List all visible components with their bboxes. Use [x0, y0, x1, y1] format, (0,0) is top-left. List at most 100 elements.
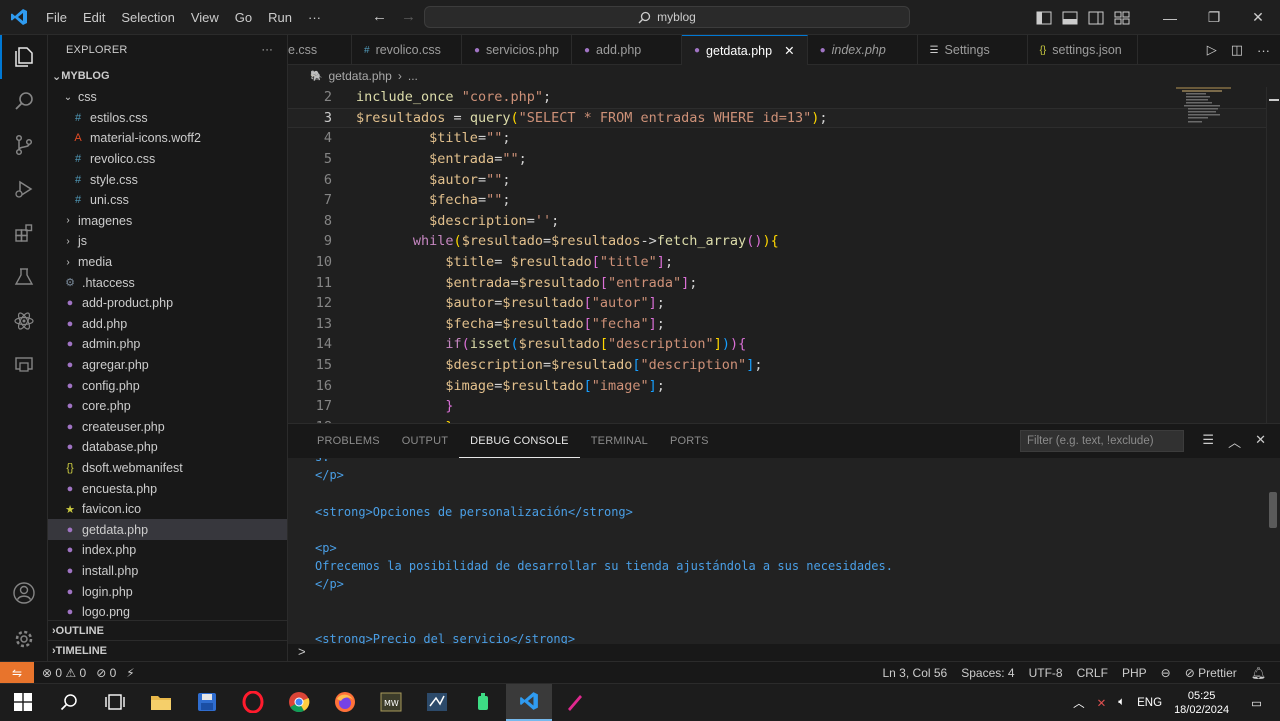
indentation[interactable]: Spaces: 4 — [961, 666, 1014, 680]
menu-run[interactable]: Run — [260, 10, 300, 25]
code-line[interactable]: 17 } — [288, 396, 1268, 417]
code-line[interactable]: 5 $entrada=""; — [288, 149, 1268, 170]
network-tool-icon[interactable] — [414, 684, 460, 721]
live-share-icon[interactable]: ⚡ — [126, 666, 134, 680]
remote-indicator-icon[interactable]: ⇋ — [0, 661, 34, 684]
tab-e-css[interactable]: e.css — [288, 35, 352, 65]
tree-item[interactable]: # uni.css — [48, 190, 287, 211]
run-file-icon[interactable]: ▷ — [1207, 42, 1217, 58]
breadcrumb-file[interactable]: getdata.php — [328, 69, 391, 83]
vscode-taskbar-icon[interactable] — [506, 683, 552, 721]
forward-arrow-icon[interactable]: → — [401, 8, 416, 25]
tab-settings[interactable]: ☰ Settings — [918, 35, 1028, 65]
code-editor[interactable]: 2 include_once "core.php"; 3 $resultados = … — [288, 87, 1280, 423]
close-window-button[interactable]: ✕ — [1236, 9, 1280, 26]
toggle-panel-icon[interactable] — [1062, 11, 1078, 25]
tree-item[interactable]: ● agregar.php — [48, 355, 287, 376]
encoding[interactable]: UTF-8 — [1029, 666, 1063, 680]
tree-item[interactable]: Amaterial-icons.woff2 — [48, 128, 287, 149]
menu-more[interactable]: ··· — [300, 10, 329, 25]
mw-app-icon[interactable]: MW — [368, 684, 414, 721]
android-app-icon[interactable] — [460, 684, 506, 721]
workspace-root[interactable]: ⌄ MYBLOG — [48, 65, 287, 87]
tab-add-php[interactable]: ● add.php — [572, 35, 682, 65]
tab-problems[interactable]: PROBLEMS — [306, 424, 391, 458]
menu-go[interactable]: Go — [227, 10, 260, 25]
toggle-sidebar-icon[interactable] — [1036, 11, 1052, 25]
console-filter-input[interactable]: Filter (e.g. text, !exclude) — [1020, 430, 1184, 452]
tree-item[interactable]: ● getdata.php — [48, 519, 287, 541]
tree-item[interactable]: ● admin.php — [48, 334, 287, 355]
outline-section[interactable]: › OUTLINE — [48, 620, 288, 640]
tree-item[interactable]: ★ favicon.ico — [48, 499, 287, 520]
tree-item[interactable]: ● config.php — [48, 375, 287, 396]
code-line[interactable]: 2 include_once "core.php"; — [288, 87, 1268, 108]
run-debug-icon[interactable] — [0, 167, 48, 211]
prettier-status[interactable]: ⊘ Prettier — [1185, 666, 1237, 680]
end-of-line[interactable]: CRLF — [1077, 666, 1108, 680]
code-line[interactable]: 4 $title=""; — [288, 128, 1268, 149]
console-scrollbar[interactable] — [1266, 458, 1280, 644]
task-view-icon[interactable] — [92, 684, 138, 721]
tree-item[interactable]: ● core.php — [48, 396, 287, 417]
tree-item[interactable]: ⌄ css — [48, 87, 287, 108]
volume-icon[interactable]: 🔈︎ — [1118, 696, 1125, 709]
tree-item[interactable]: ● index.php — [48, 540, 287, 561]
menu-selection[interactable]: Selection — [113, 10, 182, 25]
tree-item[interactable]: # style.css — [48, 169, 287, 190]
tab-output[interactable]: OUTPUT — [391, 424, 459, 458]
clock[interactable]: 05:25 18/02/2024 — [1174, 689, 1229, 717]
code-line[interactable]: 8 $description=''; — [288, 211, 1268, 232]
tray-chevron-icon[interactable]: ︿ — [1073, 695, 1085, 711]
minimize-button[interactable]: — — [1148, 10, 1192, 26]
command-center[interactable]: myblog — [424, 6, 910, 28]
input-language[interactable]: ENG — [1137, 697, 1162, 709]
save-app-icon[interactable] — [184, 684, 230, 721]
remote-explorer-icon[interactable] — [0, 343, 48, 387]
tree-item[interactable]: ● add-product.php — [48, 293, 287, 314]
notifications-icon[interactable]: ▭ — [1251, 696, 1262, 710]
clear-console-icon[interactable]: ☰ — [1202, 432, 1214, 451]
menu-edit[interactable]: Edit — [75, 10, 113, 25]
extensions-icon[interactable] — [0, 211, 48, 255]
maximize-panel-icon[interactable]: ︿ — [1228, 432, 1241, 451]
firefox-icon[interactable] — [322, 684, 368, 721]
tree-item[interactable]: ● encuesta.php — [48, 478, 287, 499]
tab-getdata-php[interactable]: ● getdata.php ✕ — [682, 35, 808, 65]
console-input[interactable]: > — [288, 644, 1280, 662]
code-line[interactable]: 7 $fecha=""; — [288, 190, 1268, 211]
opera-icon[interactable] — [230, 684, 276, 721]
code-line[interactable]: 3 $resultados = query("SELECT * FROM entr… — [288, 107, 1268, 129]
menu-file[interactable]: File — [38, 10, 75, 25]
windows-start-icon[interactable] — [0, 684, 46, 721]
code-line[interactable]: 12 $autor=$resultado["autor"]; — [288, 293, 1268, 314]
menu-view[interactable]: View — [183, 10, 227, 25]
tab-revolico-css[interactable]: # revolico.css — [352, 35, 462, 65]
code-line[interactable]: 9 while($resultado=$resultados->fetch_ar… — [288, 231, 1268, 252]
tab-terminal[interactable]: TERMINAL — [580, 424, 659, 458]
tab-ports[interactable]: PORTS — [659, 424, 720, 458]
breadcrumb-rest[interactable]: ... — [408, 69, 418, 83]
editor-scrollbar[interactable] — [1266, 87, 1280, 423]
tree-item[interactable]: ● install.php — [48, 561, 287, 582]
tree-item[interactable]: ● login.php — [48, 581, 287, 602]
tree-item[interactable]: # estilos.css — [48, 108, 287, 129]
ports-status[interactable]: ⊘ 0 — [96, 666, 116, 680]
react-icon[interactable] — [0, 299, 48, 343]
restore-button[interactable]: ❐ — [1192, 9, 1236, 26]
customize-layout-icon[interactable] — [1114, 11, 1130, 25]
tab-index-php[interactable]: ● index.php — [808, 35, 918, 65]
code-line[interactable]: 14 if(isset($resultado["description"])){ — [288, 334, 1268, 355]
tree-item[interactable]: {} dsoft.webmanifest — [48, 458, 287, 479]
tree-item[interactable]: › imagenes — [48, 211, 287, 232]
errors-status[interactable]: ⊗ 0 ⚠ 0 — [42, 666, 86, 680]
tree-item[interactable]: › js — [48, 231, 287, 252]
code-line[interactable]: 10 $title= $resultado["title"]; — [288, 252, 1268, 273]
manage-gear-icon[interactable] — [0, 617, 48, 661]
language-mode[interactable]: PHP — [1122, 666, 1147, 680]
tab-servicios-php[interactable]: ● servicios.php — [462, 35, 572, 65]
notifications-bell-icon[interactable]: 🔔︎ — [1251, 666, 1266, 680]
timeline-section[interactable]: › TIMELINE — [48, 640, 288, 660]
tree-item[interactable]: ● database.php — [48, 437, 287, 458]
tree-item[interactable]: # revolico.css — [48, 149, 287, 170]
